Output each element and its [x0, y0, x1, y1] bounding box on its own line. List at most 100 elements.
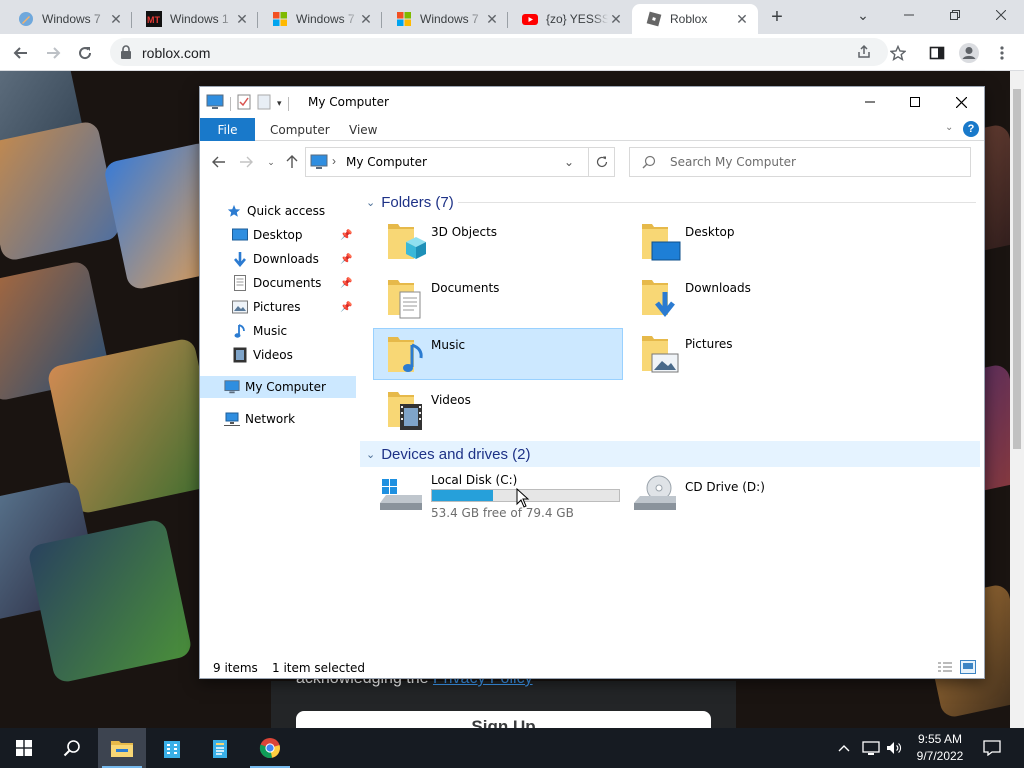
scrollbar-thumb[interactable] [1013, 89, 1021, 449]
drive-cd-d[interactable]: CD Drive (D:) [628, 469, 878, 521]
disk-usage-fill [432, 490, 494, 501]
address-bar[interactable]: roblox.com [110, 38, 888, 66]
new-folder-icon[interactable] [257, 94, 271, 113]
nav-item-desktop[interactable]: Desktop 📌 [232, 224, 356, 246]
taskbar-search-button[interactable] [48, 728, 96, 768]
windows-taskbar: 9:55 AM 9/7/2022 [0, 728, 1024, 768]
refresh-button[interactable] [589, 147, 615, 177]
close-tab-icon[interactable]: ✕ [358, 11, 374, 27]
sign-up-button[interactable]: Sign Up [296, 711, 711, 728]
taskbar-file-explorer[interactable] [98, 728, 146, 768]
nav-item-videos[interactable]: Videos [232, 344, 356, 366]
devices-group-header[interactable]: ⌄ Devices and drives (2) [360, 441, 980, 467]
large-icons-view-icon[interactable] [960, 660, 976, 674]
search-icon [642, 155, 656, 172]
close-tab-icon[interactable]: ✕ [734, 11, 750, 27]
tab-search-chevron-icon[interactable]: ⌄ [840, 0, 886, 30]
explorer-back-button[interactable] [210, 153, 228, 171]
pin-icon: 📌 [340, 277, 353, 289]
browser-tab-2[interactable]: MT Windows 1 ✕ [132, 4, 258, 34]
folder-downloads[interactable]: Downloads [628, 272, 878, 324]
browser-tab-3[interactable]: Windows 7 ✕ [258, 4, 382, 34]
share-icon[interactable] [856, 44, 872, 63]
back-button[interactable] [8, 40, 34, 66]
ribbon-tab-view[interactable]: View [349, 118, 377, 141]
explorer-navigation-bar: ⌄ › My Computer ⌄ Search My Computer [200, 146, 984, 178]
browser-tab-1[interactable]: Windows 7 ✕ [4, 4, 132, 34]
notification-center-icon[interactable] [983, 728, 1001, 768]
documents-folder-icon [384, 274, 428, 320]
details-view-icon[interactable] [937, 660, 953, 674]
expand-ribbon-chevron-icon[interactable]: ⌄ [945, 122, 953, 133]
qat-dropdown-icon[interactable]: ▾ [277, 98, 282, 109]
recent-locations-chevron-icon[interactable]: ⌄ [262, 153, 280, 171]
network-tray-icon[interactable] [862, 728, 880, 768]
folder-pictures[interactable]: Pictures [628, 328, 878, 380]
taskbar-app-pinned-2[interactable] [196, 728, 244, 768]
side-panel-icon[interactable] [924, 40, 950, 66]
windows-favicon-icon [396, 11, 412, 27]
collapse-chevron-icon[interactable]: ⌄ [366, 448, 375, 461]
collapse-chevron-icon[interactable]: ⌄ [366, 196, 375, 209]
explorer-forward-button[interactable] [237, 153, 255, 171]
nav-item-quick-access[interactable]: Quick access [226, 200, 356, 222]
folders-group-header[interactable]: ⌄ Folders (7) [360, 189, 976, 215]
close-tab-icon[interactable]: ✕ [484, 11, 500, 27]
nav-item-documents[interactable]: Documents 📌 [232, 272, 356, 294]
folder-3d-objects[interactable]: 3D Objects [374, 216, 624, 268]
drive-local-disk-c[interactable]: Local Disk (C:) 53.4 GB free of 79.4 GB [374, 469, 624, 521]
taskbar-chrome[interactable] [246, 728, 294, 768]
reload-button[interactable] [72, 40, 98, 66]
search-icon [63, 740, 80, 757]
clock-date: 9/7/2022 [916, 749, 964, 763]
nav-item-downloads[interactable]: Downloads 📌 [232, 248, 356, 270]
nav-item-network[interactable]: Network [224, 408, 354, 430]
close-tab-icon[interactable]: ✕ [234, 11, 250, 27]
bookmark-star-icon[interactable] [885, 40, 911, 66]
browser-tab-roblox[interactable]: Roblox ✕ [632, 4, 758, 34]
close-tab-icon[interactable]: ✕ [108, 11, 124, 27]
nav-item-music[interactable]: Music [232, 320, 356, 342]
browser-restore-button[interactable] [932, 0, 978, 30]
taskbar-app-pinned-1[interactable] [148, 728, 196, 768]
explorer-close-button[interactable] [938, 87, 984, 117]
profile-avatar-icon[interactable] [956, 40, 982, 66]
breadcrumb-my-computer[interactable]: My Computer [346, 155, 427, 169]
page-scrollbar[interactable] [1010, 71, 1024, 728]
browser-minimize-button[interactable] [886, 0, 932, 30]
explorer-title-bar[interactable]: ▾ My Computer [200, 87, 984, 117]
nav-item-pictures[interactable]: Pictures 📌 [232, 296, 356, 318]
new-tab-button[interactable]: + [766, 7, 788, 29]
up-arrow-icon [286, 155, 298, 168]
taskbar-clock[interactable]: 9:55 AM 9/7/2022 [906, 731, 974, 765]
close-tab-icon[interactable]: ✕ [608, 11, 624, 27]
downloads-folder-icon [638, 274, 682, 320]
folder-desktop[interactable]: Desktop [628, 216, 878, 268]
chrome-icon [259, 738, 280, 759]
breadcrumb-chevron-icon[interactable]: › [332, 154, 336, 168]
help-icon[interactable]: ? [963, 121, 979, 137]
explorer-minimize-button[interactable] [847, 87, 893, 117]
forward-button[interactable] [40, 40, 66, 66]
show-hidden-icons-chevron[interactable] [838, 728, 850, 768]
up-arrow-button[interactable] [283, 153, 301, 171]
folder-videos[interactable]: Videos [374, 384, 624, 436]
explorer-maximize-button[interactable] [892, 87, 938, 117]
explorer-search-box[interactable]: Search My Computer [629, 147, 971, 177]
address-dropdown-icon[interactable]: ⌄ [564, 155, 574, 169]
browser-close-button[interactable] [978, 0, 1024, 30]
start-button[interactable] [0, 728, 48, 768]
browser-tab-4[interactable]: Windows 7 ✕ [382, 4, 508, 34]
ribbon-tab-computer[interactable]: Computer [270, 118, 330, 141]
volume-tray-icon[interactable] [886, 728, 902, 768]
browser-menu-icon[interactable] [989, 40, 1015, 66]
back-arrow-icon [13, 47, 27, 59]
explorer-address-bar[interactable]: › My Computer ⌄ [305, 147, 589, 177]
folder-documents[interactable]: Documents [374, 272, 624, 324]
properties-icon[interactable] [237, 94, 251, 113]
browser-tab-5[interactable]: {zo} YESSS ✕ [508, 4, 632, 34]
ribbon-tab-file[interactable]: File [200, 118, 255, 141]
folder-music[interactable]: Music [373, 328, 623, 380]
desktop-folder-icon [638, 218, 682, 264]
nav-item-my-computer[interactable]: My Computer [200, 376, 356, 398]
